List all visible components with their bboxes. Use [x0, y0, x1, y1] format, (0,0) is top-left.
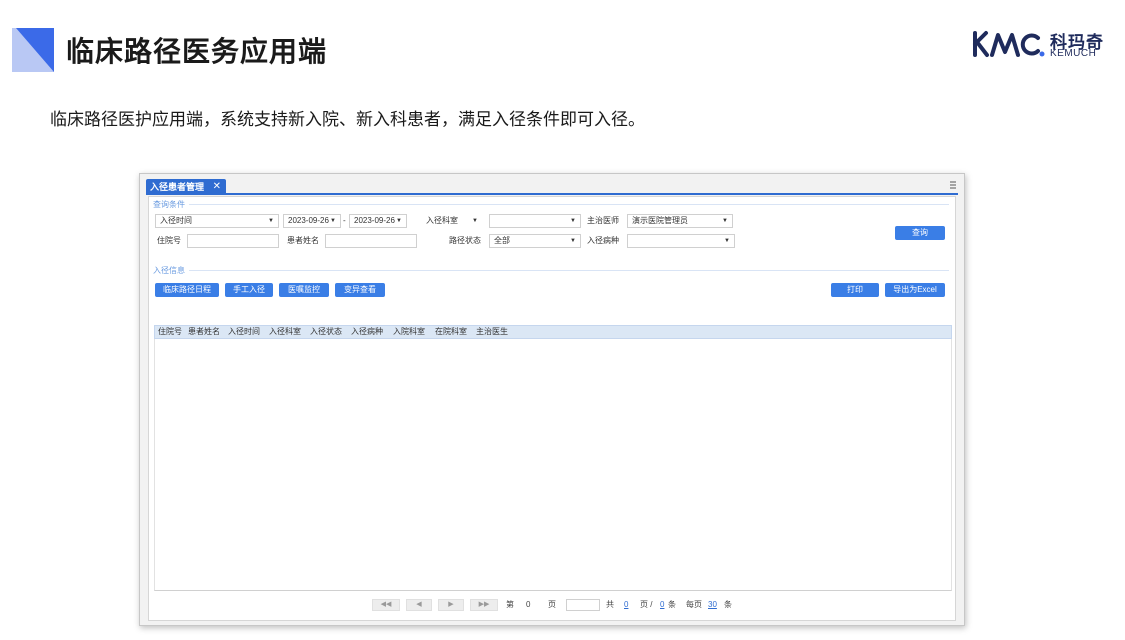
record-unit: 条: [668, 600, 676, 609]
content-panel: 查询条件 入径时间 ▼ 2023-09-26 ▼ - 2023-09-26 ▼ 入径科…: [148, 196, 956, 621]
print-button[interactable]: 打印: [831, 283, 879, 297]
patient-name-label: 患者姓名: [287, 236, 319, 245]
inpatient-no-input[interactable]: [187, 234, 279, 248]
total-label: 共: [606, 600, 614, 609]
logo-english-text: KEMUCH: [1050, 48, 1097, 59]
tab-bar: 入径患者管理 ✕: [146, 179, 958, 195]
disease-select[interactable]: ▼: [627, 234, 735, 248]
export-excel-button[interactable]: 导出为Excel: [885, 283, 945, 297]
column-header[interactable]: 患者姓名: [188, 326, 220, 338]
tab-patient-management[interactable]: 入径患者管理 ✕: [146, 179, 226, 195]
kemuch-logo-icon: [973, 31, 1045, 57]
app-window: 入径患者管理 ✕ 查询条件 入径时间 ▼ 2023-09-26 ▼ - 2023-0…: [139, 173, 965, 626]
dept-value-select[interactable]: ▼: [489, 214, 581, 228]
page-jump-input[interactable]: [566, 599, 600, 611]
table-header: 住院号 患者姓名 入径时间 入径科室 入径状态 入径病种 入院科室 在院科室 主…: [154, 325, 952, 339]
inpatient-no-label: 住院号: [157, 236, 181, 245]
pagination: ◀◀ ◀ ▶ ▶▶ 第 0 页 共 0 页 / 0 条 每页 30 条: [154, 593, 952, 617]
section-divider: [189, 204, 949, 205]
search-button[interactable]: 查询: [895, 226, 945, 240]
chevron-down-icon: ▼: [722, 218, 728, 224]
page-unit: 页: [548, 600, 556, 609]
per-page-value[interactable]: 30: [708, 599, 717, 611]
section-divider: [189, 270, 949, 271]
chevron-down-icon: ▼: [268, 218, 274, 224]
entry-time-select[interactable]: 入径时间 ▼: [155, 214, 279, 228]
chevron-down-icon: ▼: [472, 218, 478, 224]
path-status-label: 路径状态: [449, 236, 481, 245]
chevron-down-icon: ▼: [724, 238, 730, 244]
dept-select[interactable]: 入径科室 ▼: [421, 214, 483, 228]
page-title: 临床路径医务应用端: [66, 36, 328, 67]
column-header[interactable]: 入径科室: [269, 326, 301, 338]
last-page-button[interactable]: ▶▶: [470, 599, 498, 611]
chevron-down-icon: ▼: [570, 238, 576, 244]
close-icon[interactable]: ✕: [213, 179, 221, 195]
total-pages: 0: [624, 600, 629, 609]
chevron-down-icon: ▼: [570, 218, 576, 224]
patient-name-input[interactable]: [325, 234, 417, 248]
column-header[interactable]: 入径时间: [228, 326, 260, 338]
doctor-label: 主治医师: [587, 216, 619, 225]
next-page-button[interactable]: ▶: [438, 599, 464, 611]
column-header[interactable]: 入径状态: [310, 326, 342, 338]
column-header[interactable]: 入径病种: [351, 326, 383, 338]
first-page-button[interactable]: ◀◀: [372, 599, 400, 611]
tab-menu-icon[interactable]: [950, 181, 956, 189]
clinical-path-schedule-button[interactable]: 临床路径日程: [155, 283, 219, 297]
per-page-unit: 条: [724, 600, 732, 609]
table-body: [154, 339, 952, 591]
per-page-label: 每页: [686, 600, 702, 609]
path-status-select[interactable]: 全部 ▼: [489, 234, 581, 248]
column-header[interactable]: 在院科室: [435, 326, 467, 338]
doctor-select[interactable]: 演示医院管理员 ▼: [627, 214, 733, 228]
title-decoration-icon: [12, 28, 54, 72]
column-header[interactable]: 入院科室: [393, 326, 425, 338]
order-monitor-button[interactable]: 医嘱监控: [279, 283, 329, 297]
total-unit: 页 /: [640, 600, 653, 609]
chevron-down-icon: ▼: [396, 218, 402, 224]
kemuch-logo: 科玛奇 KEMUCH: [972, 26, 1107, 62]
chevron-down-icon: ▼: [330, 218, 336, 224]
column-header[interactable]: 住院号: [158, 326, 182, 338]
date-from-picker[interactable]: 2023-09-26 ▼: [283, 214, 341, 228]
page-label: 第: [506, 600, 514, 609]
disease-label: 入径病种: [587, 236, 619, 245]
query-section-label: 查询条件: [153, 200, 185, 209]
record-count: 0: [660, 600, 665, 609]
date-to-picker[interactable]: 2023-09-26 ▼: [349, 214, 407, 228]
info-section-label: 入径信息: [153, 266, 185, 275]
prev-page-button[interactable]: ◀: [406, 599, 432, 611]
tab-label: 入径患者管理: [150, 182, 205, 192]
manual-entry-button[interactable]: 手工入径: [225, 283, 273, 297]
page-number: 0: [526, 600, 531, 609]
date-separator: -: [343, 216, 346, 225]
column-header[interactable]: 主治医生: [476, 326, 508, 338]
variation-view-button[interactable]: 变异查看: [335, 283, 385, 297]
slide-description: 临床路径医护应用端，系统支持新入院、新入科患者，满足入径条件即可入径。: [50, 110, 645, 129]
